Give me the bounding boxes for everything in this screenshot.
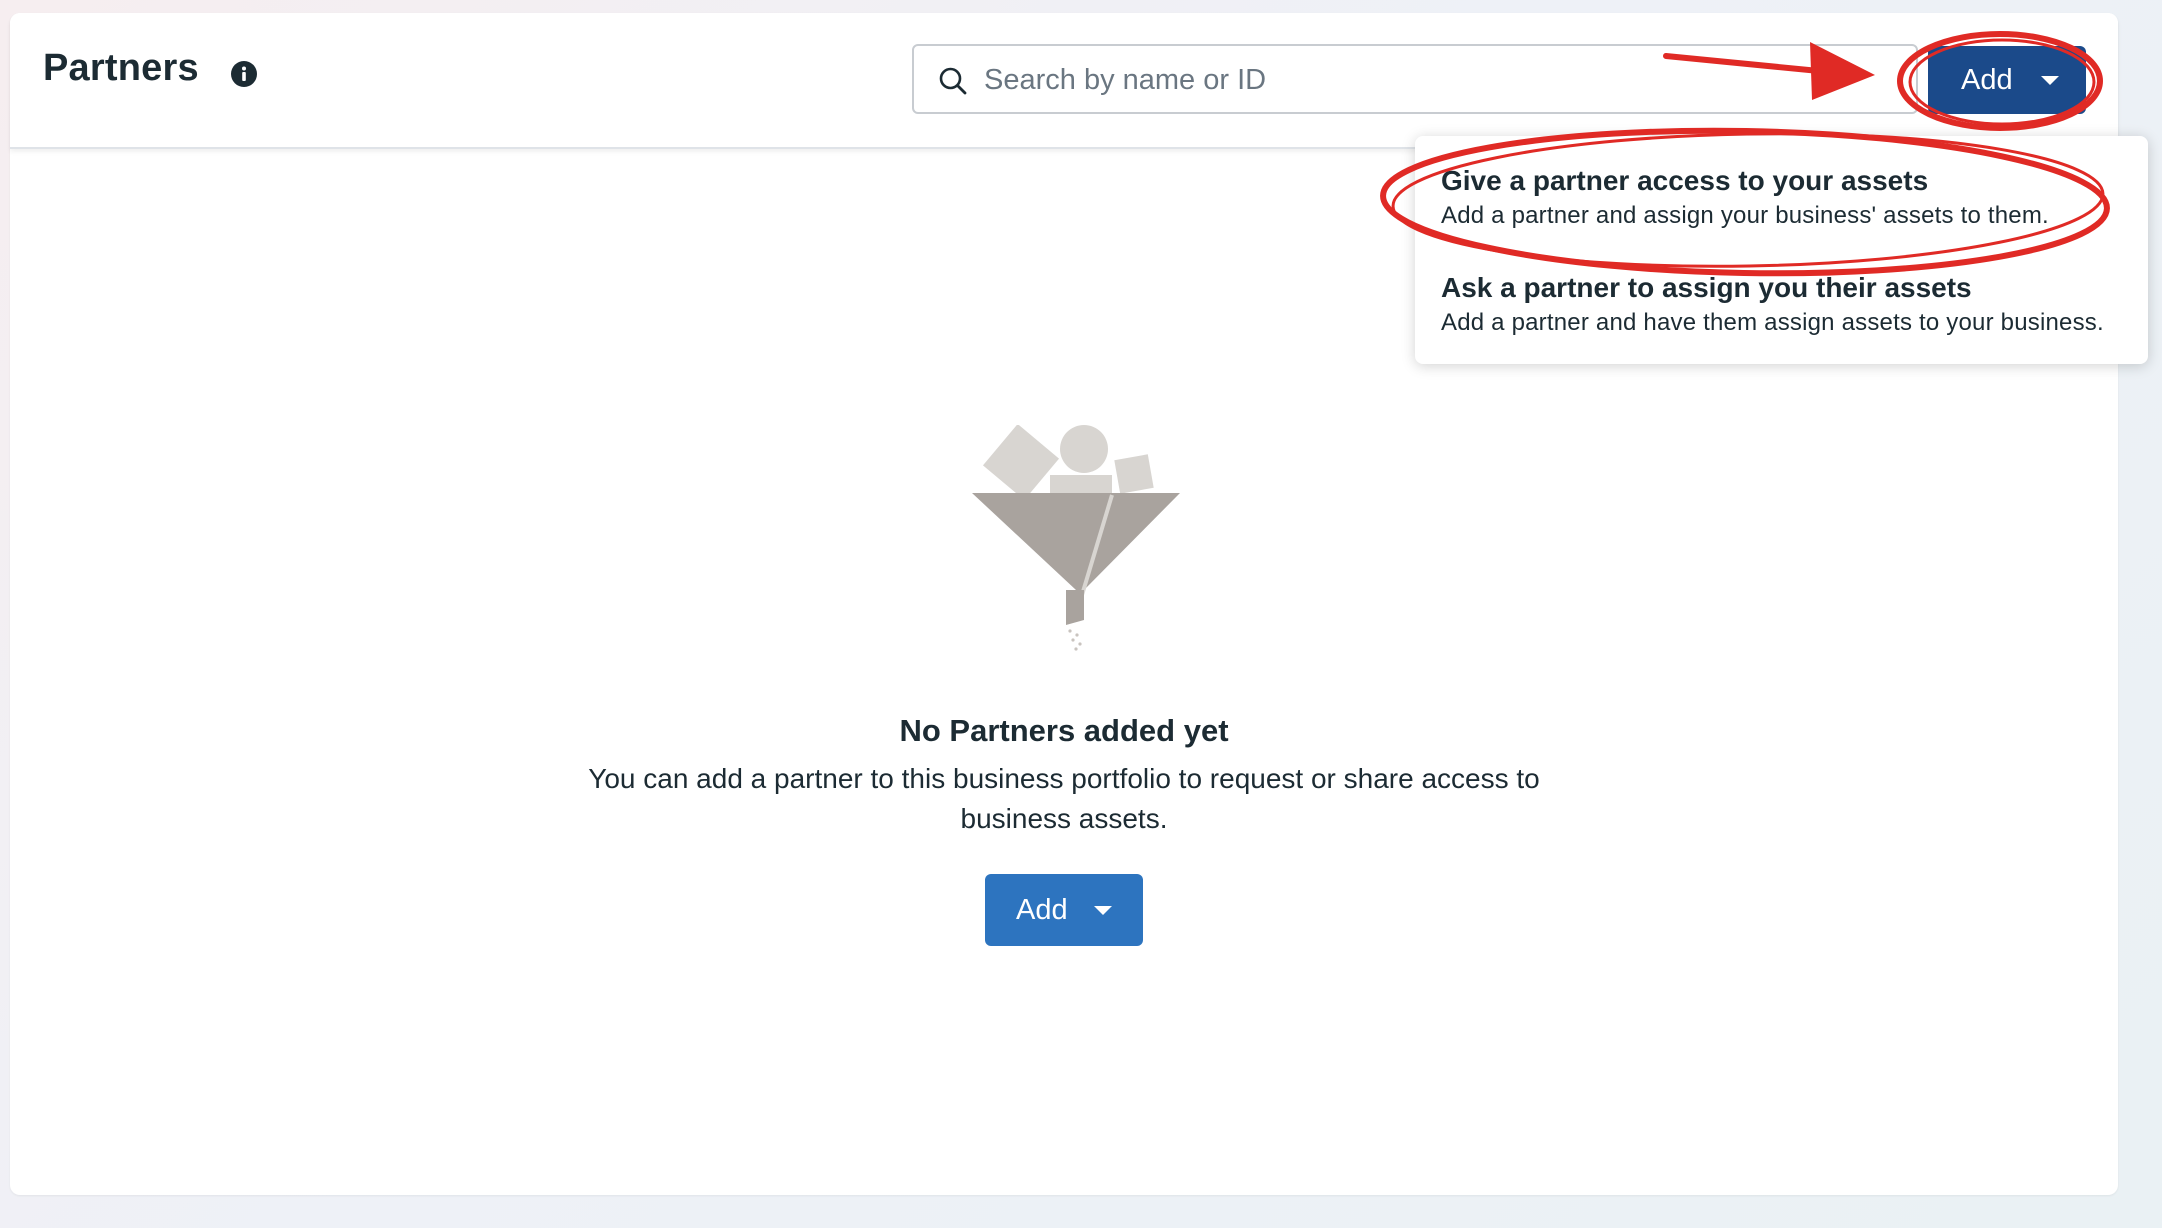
funnel-illustration — [972, 425, 1180, 651]
caret-down-icon — [2041, 76, 2059, 85]
search-box[interactable] — [912, 44, 1918, 114]
search-icon — [939, 67, 967, 95]
menu-item-title: Ask a partner to assign you their assets — [1441, 272, 1972, 303]
info-icon[interactable] — [230, 60, 258, 88]
add-dropdown-menu: Give a partner access to your assets Add… — [1415, 136, 2148, 364]
page-header: Partners Add — [10, 13, 2118, 149]
add-button-empty-state[interactable]: Add — [985, 874, 1143, 946]
menu-item-give-access[interactable]: Give a partner access to your assets Add… — [1441, 163, 2141, 233]
menu-item-description: Add a partner and assign your business' … — [1441, 202, 2049, 229]
add-button[interactable]: Add — [1928, 46, 2086, 114]
caret-down-icon — [1094, 906, 1112, 915]
empty-state-description: You can add a partner to this business p… — [588, 763, 1540, 834]
menu-item-request-assets[interactable]: Ask a partner to assign you their assets… — [1441, 270, 2141, 340]
menu-item-description: Add a partner and have them assign asset… — [1441, 309, 2104, 336]
search-input[interactable] — [982, 56, 1886, 104]
add-button-label: Add — [1961, 64, 2013, 96]
add-button-label: Add — [1016, 894, 1068, 926]
page-title: Partners — [43, 47, 199, 89]
menu-item-title: Give a partner access to your assets — [1441, 165, 1929, 196]
empty-state-title: No Partners added yet — [899, 713, 1229, 748]
